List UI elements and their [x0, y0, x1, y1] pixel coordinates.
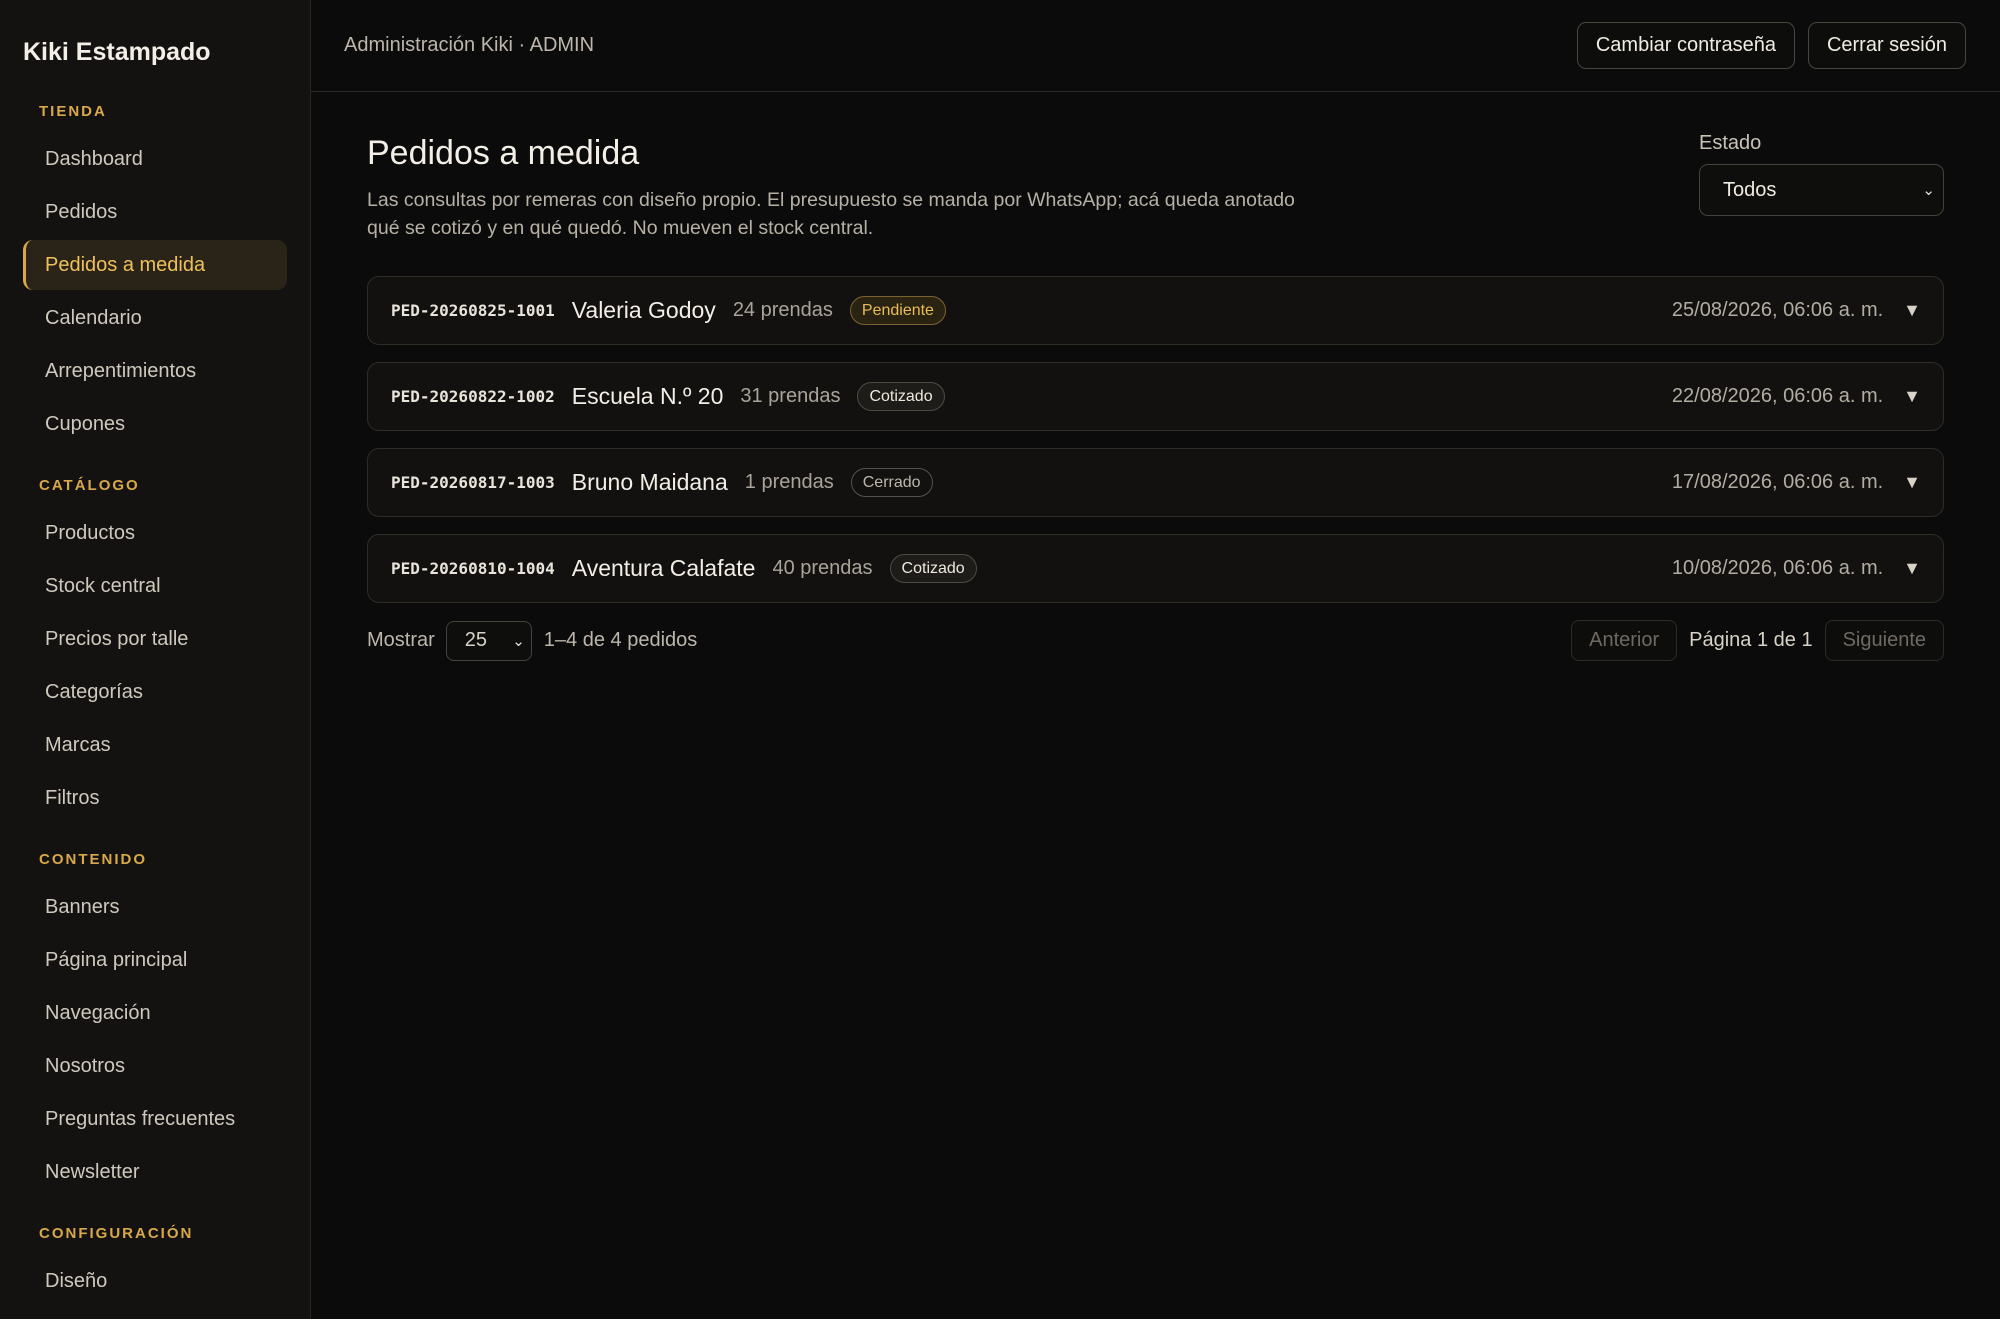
logout-button[interactable]: Cerrar sesión	[1807, 22, 1966, 69]
next-page-button[interactable]: Siguiente	[1824, 620, 1944, 661]
topbar-actions: Cambiar contraseña Cerrar sesión	[1576, 22, 1966, 69]
pager-controls: Anterior Página 1 de 1 Siguiente	[1571, 620, 1944, 661]
order-row[interactable]: PED-20260810-1004 Aventura Calafate 40 pre…	[367, 534, 1944, 603]
order-code: PED-20260822-1002	[391, 387, 555, 406]
sidebar-item-diseno[interactable]: Diseño	[23, 1256, 287, 1306]
sidebar-item-preguntas-frecuentes[interactable]: Preguntas frecuentes	[23, 1094, 287, 1144]
sidebar-item-newsletter[interactable]: Newsletter	[23, 1147, 287, 1197]
nav-section-configuracion: CONFIGURACIÓN Diseño	[23, 1223, 287, 1306]
result-count: 1–4 de 4 pedidos	[543, 629, 698, 651]
sidebar-nav: TIENDA Dashboard Pedidos Pedidos a medida Ca…	[23, 101, 287, 1306]
nav-section-catalogo: CATÁLOGO Productos Stock central Precios po…	[23, 475, 287, 823]
sidebar-item-marcas[interactable]: Marcas	[23, 720, 287, 770]
nav-heading: CATÁLOGO	[39, 477, 140, 494]
sidebar-item-nosotros[interactable]: Nosotros	[23, 1041, 287, 1091]
sidebar-item-pedidos[interactable]: Pedidos	[23, 187, 287, 237]
nav-heading: CONFIGURACIÓN	[39, 1225, 194, 1242]
sidebar-item-navegacion[interactable]: Navegación	[23, 988, 287, 1038]
caret-down-icon[interactable]: ▼	[1903, 386, 1921, 407]
sidebar-item-dashboard[interactable]: Dashboard	[23, 134, 287, 184]
order-date: 25/08/2026, 06:06 a. m.	[1671, 299, 1884, 321]
sidebar-item-arrepentimientos[interactable]: Arrepentimientos	[23, 346, 287, 396]
page-size-value: 25	[464, 629, 488, 651]
sidebar-item-pagina-principal[interactable]: Página principal	[23, 935, 287, 985]
status-filter-value: Todos	[1723, 178, 1777, 201]
status-badge: Cerrado	[850, 468, 933, 497]
status-badge: Cotizado	[889, 554, 977, 583]
order-date: 22/08/2026, 06:06 a. m.	[1671, 385, 1884, 407]
sidebar-item-banners[interactable]: Banners	[23, 882, 287, 932]
order-quantity: 40 prendas	[772, 557, 873, 579]
status-filter-select[interactable]: Todos ⌄	[1699, 164, 1944, 216]
page-title: Pedidos a medida	[367, 134, 640, 172]
sidebar-item-stock-central[interactable]: Stock central	[23, 561, 287, 611]
order-row[interactable]: PED-20260822-1002 Escuela N.º 20 31 prenda…	[367, 362, 1944, 431]
order-date: 10/08/2026, 06:06 a. m.	[1671, 557, 1884, 579]
nav-section-tienda: TIENDA Dashboard Pedidos Pedidos a medida Ca…	[23, 101, 287, 449]
order-row[interactable]: PED-20260825-1001 Valeria Godoy 24 prendas…	[367, 276, 1944, 345]
order-customer-name: Escuela N.º 20	[571, 383, 724, 409]
order-date: 17/08/2026, 06:06 a. m.	[1671, 471, 1884, 493]
page-indicator: Página 1 de 1	[1689, 629, 1813, 651]
order-quantity: 1 prendas	[744, 471, 834, 493]
chevron-down-icon: ⌄	[1922, 182, 1935, 199]
sidebar-item-categorias[interactable]: Categorías	[23, 667, 287, 717]
order-quantity: 31 prendas	[740, 385, 841, 407]
page-heading-block: Pedidos a medida Las consultas por remer…	[367, 132, 1297, 242]
order-quantity: 24 prendas	[732, 299, 833, 321]
change-password-button[interactable]: Cambiar contraseña	[1576, 22, 1795, 69]
pagination: Mostrar 25 ⌄ 1–4 de 4 pedidos Anterior P…	[367, 620, 1944, 661]
nav-heading: CONTENIDO	[39, 851, 147, 868]
sidebar-item-filtros[interactable]: Filtros	[23, 773, 287, 823]
topbar: Administración Kiki · ADMIN Cambiar cont…	[311, 0, 2000, 92]
caret-down-icon[interactable]: ▼	[1903, 558, 1921, 579]
nav-section-contenido: CONTENIDO Banners Página principal Navegaci…	[23, 849, 287, 1197]
order-customer-name: Aventura Calafate	[571, 555, 756, 581]
page-size-label: Mostrar	[367, 629, 435, 651]
sidebar-item-productos[interactable]: Productos	[23, 508, 287, 558]
page-description: Las consultas por remeras con diseño pro…	[367, 189, 1295, 239]
app-root: Kiki Estampado TIENDA Dashboard Pedidos Ped…	[0, 0, 2000, 1319]
caret-down-icon[interactable]: ▼	[1903, 300, 1921, 321]
orders-list: PED-20260825-1001 Valeria Godoy 24 prendas…	[367, 276, 1944, 603]
sidebar: Kiki Estampado TIENDA Dashboard Pedidos Ped…	[0, 0, 311, 1319]
page-size-select[interactable]: 25 ⌄	[445, 620, 532, 661]
order-customer-name: Bruno Maidana	[571, 469, 728, 495]
status-filter: Estado Todos ⌄	[1699, 132, 1944, 216]
order-code: PED-20260825-1001	[391, 301, 555, 320]
sidebar-item-pedidos-a-medida[interactable]: Pedidos a medida	[23, 240, 287, 290]
page-header: Pedidos a medida Las consultas por remer…	[367, 132, 1944, 242]
order-code: PED-20260810-1004	[391, 559, 555, 578]
status-badge: Cotizado	[857, 382, 945, 411]
nav-heading: TIENDA	[39, 103, 107, 120]
chevron-down-icon: ⌄	[512, 632, 525, 650]
order-row[interactable]: PED-20260817-1003 Bruno Maidana 1 prendas C…	[367, 448, 1944, 517]
brand-logo[interactable]: Kiki Estampado	[23, 38, 287, 67]
order-customer-name: Valeria Godoy	[571, 297, 716, 323]
sidebar-item-cupones[interactable]: Cupones	[23, 399, 287, 449]
order-code: PED-20260817-1003	[391, 473, 555, 492]
content: Pedidos a medida Las consultas por remer…	[311, 92, 2000, 661]
caret-down-icon[interactable]: ▼	[1903, 472, 1921, 493]
status-badge: Pendiente	[849, 296, 946, 325]
sidebar-item-calendario[interactable]: Calendario	[23, 293, 287, 343]
main-area: Administración Kiki · ADMIN Cambiar cont…	[311, 0, 2000, 1319]
prev-page-button[interactable]: Anterior	[1571, 620, 1678, 661]
topbar-title: Administración Kiki · ADMIN	[344, 34, 595, 56]
status-filter-label: Estado	[1699, 132, 1762, 154]
sidebar-item-precios-por-talle[interactable]: Precios por talle	[23, 614, 287, 664]
